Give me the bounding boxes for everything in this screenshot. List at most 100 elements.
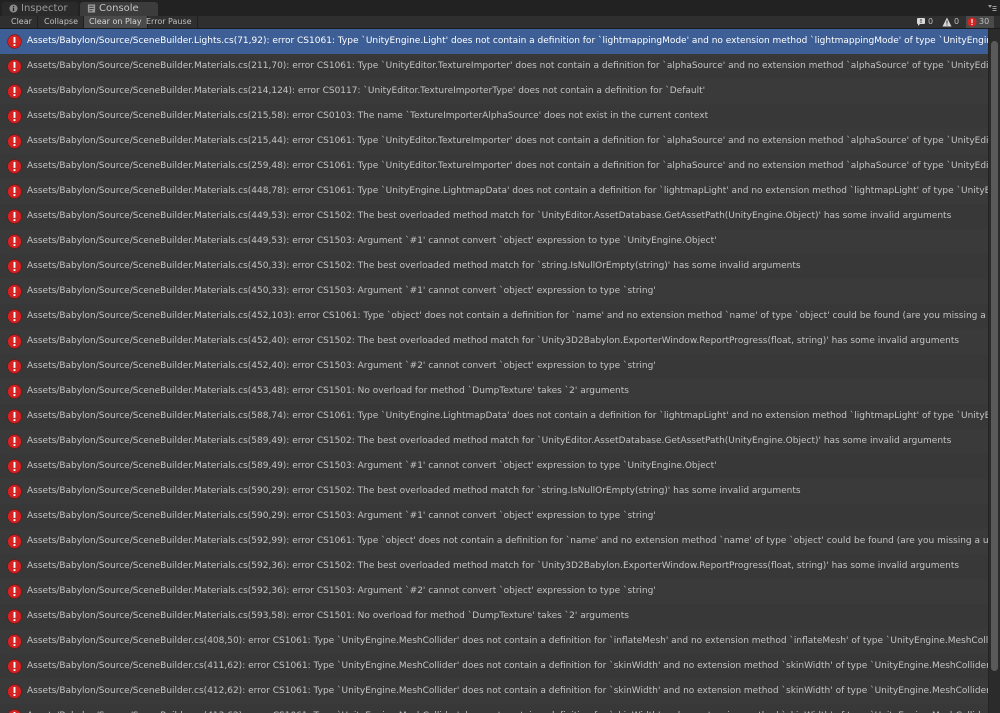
- error-icon: [7, 634, 22, 649]
- vertical-scrollbar[interactable]: [988, 29, 1000, 713]
- log-entry[interactable]: Assets/Babylon/Source/SceneBuilder.Mater…: [0, 229, 988, 254]
- log-entry[interactable]: Assets/Babylon/Source/SceneBuilder.Mater…: [0, 129, 988, 154]
- log-entry[interactable]: Assets/Babylon/Source/SceneBuilder.Mater…: [0, 504, 988, 529]
- log-entry[interactable]: Assets/Babylon/Source/SceneBuilder.Light…: [0, 29, 988, 54]
- collapse-button[interactable]: Collapse: [39, 16, 84, 28]
- error-icon: [7, 334, 22, 349]
- error-icon: [7, 684, 22, 699]
- log-entry[interactable]: Assets/Babylon/Source/SceneBuilder.Mater…: [0, 304, 988, 329]
- error-pause-toggle[interactable]: Error Pause: [141, 16, 198, 28]
- error-icon: [7, 234, 22, 249]
- log-entry[interactable]: Assets/Babylon/Source/SceneBuilder.Mater…: [0, 479, 988, 504]
- log-entry[interactable]: Assets/Babylon/Source/SceneBuilder.Mater…: [0, 79, 988, 104]
- log-entry[interactable]: Assets/Babylon/Source/SceneBuilder.Mater…: [0, 54, 988, 79]
- info-filter-toggle[interactable]: 0: [915, 16, 939, 28]
- error-icon: [7, 84, 22, 99]
- error-icon: [7, 659, 22, 674]
- console-icon: [87, 4, 96, 13]
- info-message-icon: [917, 18, 925, 26]
- log-entry[interactable]: Assets/Babylon/Source/SceneBuilder.Mater…: [0, 554, 988, 579]
- log-message: Assets/Babylon/Source/SceneBuilder.Mater…: [27, 86, 706, 96]
- log-message: Assets/Babylon/Source/SceneBuilder.Light…: [27, 36, 988, 46]
- error-icon: [7, 34, 22, 49]
- error-icon: [7, 484, 22, 499]
- error-icon: [7, 184, 22, 199]
- error-icon: [7, 284, 22, 299]
- warning-icon: [942, 17, 952, 27]
- log-entry[interactable]: Assets/Babylon/Source/SceneBuilder.Mater…: [0, 279, 988, 304]
- log-message: Assets/Babylon/Source/SceneBuilder.cs(40…: [27, 636, 988, 646]
- log-message: Assets/Babylon/Source/SceneBuilder.Mater…: [27, 236, 717, 246]
- console-log-list: Assets/Babylon/Source/SceneBuilder.Light…: [0, 29, 988, 713]
- log-entry[interactable]: Assets/Babylon/Source/SceneBuilder.Mater…: [0, 454, 988, 479]
- info-icon: [9, 4, 18, 13]
- console-window: Inspector Console Clear Collapse Clear o…: [0, 0, 1000, 713]
- log-message: Assets/Babylon/Source/SceneBuilder.Mater…: [27, 436, 952, 446]
- tab-inspector[interactable]: Inspector: [2, 2, 78, 16]
- error-icon: [7, 259, 22, 274]
- tab-console-label: Console: [99, 3, 139, 14]
- log-message: Assets/Babylon/Source/SceneBuilder.Mater…: [27, 61, 988, 71]
- log-message: Assets/Babylon/Source/SceneBuilder.Mater…: [27, 311, 986, 321]
- error-icon: [7, 59, 22, 74]
- window-menu-icon[interactable]: [987, 4, 997, 12]
- log-message: Assets/Babylon/Source/SceneBuilder.Mater…: [27, 186, 988, 196]
- log-entry[interactable]: Assets/Babylon/Source/SceneBuilder.Mater…: [0, 179, 988, 204]
- error-icon: [7, 559, 22, 574]
- info-count: 0: [928, 17, 934, 26]
- error-icon: [8, 709, 21, 713]
- log-message: Assets/Babylon/Source/SceneBuilder.cs(41…: [27, 686, 988, 696]
- log-message: Assets/Babylon/Source/SceneBuilder.Mater…: [27, 136, 988, 146]
- log-entry[interactable]: Assets/Babylon/Source/SceneBuilder.Mater…: [0, 429, 988, 454]
- log-entry[interactable]: Assets/Babylon/Source/SceneBuilder.Mater…: [0, 104, 988, 129]
- error-icon: [7, 409, 22, 424]
- log-message: Assets/Babylon/Source/SceneBuilder.Mater…: [27, 461, 717, 471]
- log-entry[interactable]: Assets/Babylon/Source/SceneBuilder.Mater…: [0, 579, 988, 604]
- log-entry[interactable]: Assets/Babylon/Source/SceneBuilder.cs(41…: [0, 704, 988, 713]
- log-message: Assets/Babylon/Source/SceneBuilder.Mater…: [27, 161, 988, 171]
- log-message: Assets/Babylon/Source/SceneBuilder.Mater…: [27, 411, 988, 421]
- log-message: Assets/Babylon/Source/SceneBuilder.Mater…: [27, 211, 952, 221]
- tab-console[interactable]: Console: [80, 2, 158, 16]
- log-message: Assets/Babylon/Source/SceneBuilder.Mater…: [27, 486, 801, 496]
- error-icon: [7, 509, 22, 524]
- error-icon: [7, 209, 22, 224]
- log-message: Assets/Babylon/Source/SceneBuilder.cs(41…: [27, 661, 988, 671]
- log-entry[interactable]: Assets/Babylon/Source/SceneBuilder.Mater…: [0, 329, 988, 354]
- log-entry[interactable]: Assets/Babylon/Source/SceneBuilder.Mater…: [0, 379, 988, 404]
- error-icon: [7, 309, 22, 324]
- log-message: Assets/Babylon/Source/SceneBuilder.Mater…: [27, 586, 656, 596]
- error-icon: [7, 359, 22, 374]
- log-message: Assets/Babylon/Source/SceneBuilder.Mater…: [27, 611, 629, 621]
- log-message: Assets/Babylon/Source/SceneBuilder.Mater…: [27, 111, 709, 121]
- log-entry[interactable]: Assets/Babylon/Source/SceneBuilder.Mater…: [0, 204, 988, 229]
- log-message: Assets/Babylon/Source/SceneBuilder.Mater…: [27, 386, 629, 396]
- error-icon: [7, 534, 22, 549]
- log-message: Assets/Babylon/Source/SceneBuilder.Mater…: [27, 536, 988, 546]
- error-icon: [7, 609, 22, 624]
- log-entry[interactable]: Assets/Babylon/Source/SceneBuilder.Mater…: [0, 354, 988, 379]
- log-entry[interactable]: Assets/Babylon/Source/SceneBuilder.Mater…: [0, 404, 988, 429]
- error-icon: [7, 434, 22, 449]
- log-entry[interactable]: Assets/Babylon/Source/SceneBuilder.Mater…: [0, 529, 988, 554]
- error-count-icon: [967, 17, 977, 27]
- tab-inspector-label: Inspector: [21, 3, 68, 14]
- log-entry[interactable]: Assets/Babylon/Source/SceneBuilder.cs(40…: [0, 629, 988, 654]
- log-message: Assets/Babylon/Source/SceneBuilder.Mater…: [27, 336, 960, 346]
- log-entry[interactable]: Assets/Babylon/Source/SceneBuilder.Mater…: [0, 154, 988, 179]
- log-entry[interactable]: Assets/Babylon/Source/SceneBuilder.Mater…: [0, 604, 988, 629]
- scrollbar-thumb[interactable]: [991, 41, 998, 671]
- error-icon: [7, 584, 22, 599]
- warning-filter-toggle[interactable]: 0: [941, 16, 965, 28]
- error-icon: [7, 159, 22, 174]
- log-entry[interactable]: Assets/Babylon/Source/SceneBuilder.cs(41…: [0, 679, 988, 704]
- clear-on-play-toggle[interactable]: Clear on Play: [84, 16, 148, 28]
- log-message: Assets/Babylon/Source/SceneBuilder.Mater…: [27, 286, 656, 296]
- error-filter-toggle[interactable]: 30: [966, 16, 994, 28]
- log-entry[interactable]: Assets/Babylon/Source/SceneBuilder.cs(41…: [0, 654, 988, 679]
- error-icon: [7, 134, 22, 149]
- tab-bar: Inspector Console: [0, 0, 1000, 16]
- clear-button[interactable]: Clear: [6, 16, 38, 28]
- log-message: Assets/Babylon/Source/SceneBuilder.Mater…: [27, 511, 656, 521]
- log-entry[interactable]: Assets/Babylon/Source/SceneBuilder.Mater…: [0, 254, 988, 279]
